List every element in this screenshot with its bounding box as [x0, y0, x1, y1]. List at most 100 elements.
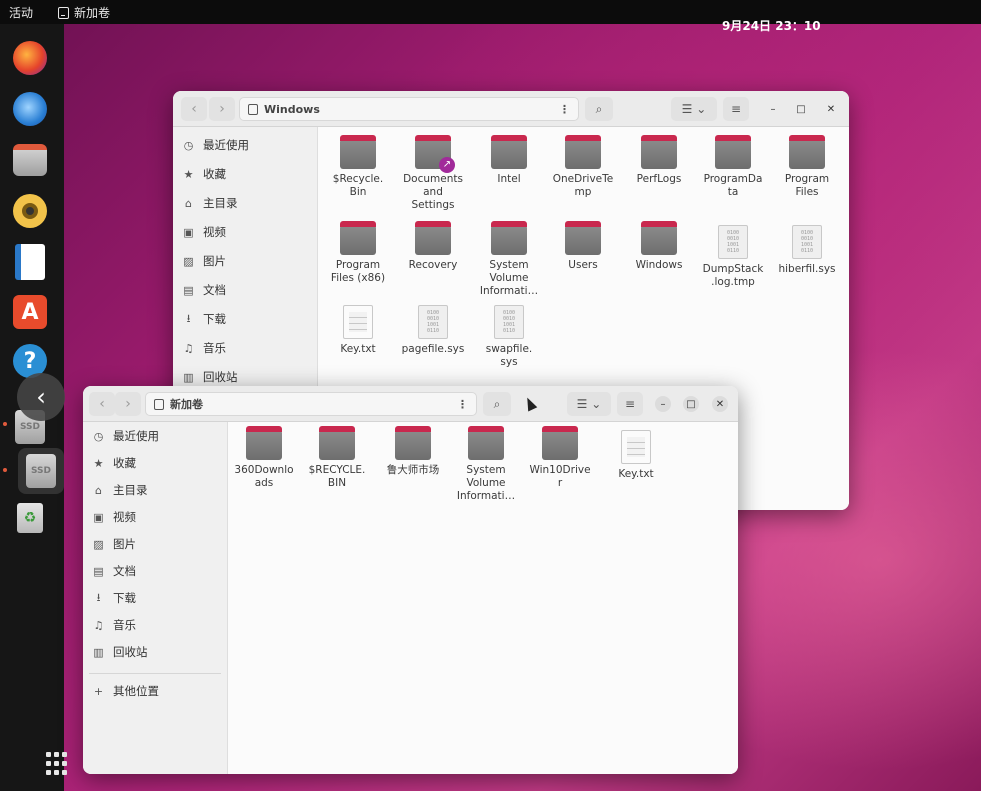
view-toggle-button[interactable]: ☰ ⌄	[567, 392, 611, 416]
forward-button[interactable]: ›	[209, 97, 235, 121]
sidebar-item[interactable]: ♫音乐	[93, 615, 136, 635]
text-file-icon	[343, 305, 373, 339]
sidebar-item[interactable]: ⭳下载	[93, 588, 136, 608]
file-name-label: Windows	[620, 259, 698, 272]
back-button[interactable]: ‹	[181, 97, 207, 121]
file-item[interactable]: 0100 0010 1001 0110swapfile. sys	[470, 305, 548, 369]
folder-icon	[789, 139, 825, 169]
dock-app-center[interactable]: A	[10, 292, 50, 332]
minimize-icon: –	[661, 399, 666, 410]
sidebar-item[interactable]: ▥回收站	[183, 367, 238, 387]
sidebar-item[interactable]: ★收藏	[93, 453, 136, 473]
folder-item[interactable]: System Volume Informati…	[470, 225, 548, 298]
path-bar[interactable]: 新加卷 ⋮	[145, 392, 477, 416]
maximize-button[interactable]: □	[683, 396, 699, 412]
file-item[interactable]: 0100 0010 1001 0110hiberfil.sys	[768, 225, 846, 276]
folder-item[interactable]: $RECYCLE. BIN	[298, 430, 376, 490]
dock-files[interactable]	[10, 140, 50, 180]
dock-writer[interactable]	[10, 242, 50, 282]
running-indicator	[3, 422, 7, 426]
folder-item[interactable]: Recovery	[394, 225, 472, 272]
folder-item[interactable]: 360Downlo ads	[225, 430, 303, 490]
minimize-button[interactable]: –	[765, 101, 781, 117]
dock-rhythmbox[interactable]	[10, 191, 50, 231]
files-window-new-volume[interactable]: ‹ › 新加卷 ⋮ ⌕ ☰ ⌄ ≡ – □ ✕ ◷最近使用 ★收藏 ⌂主目录 ▣视频 ▨…	[83, 386, 738, 774]
sidebar-item[interactable]: ◷最近使用	[183, 135, 249, 155]
activities-button[interactable]: 活动	[9, 4, 33, 21]
sidebar-item[interactable]: ▨图片	[93, 534, 136, 554]
forward-button[interactable]: ›	[115, 392, 141, 416]
star-icon: ★	[183, 168, 194, 181]
back-overlay-button[interactable]: ‹	[17, 373, 65, 421]
sidebar-item-other-locations[interactable]: +其他位置	[93, 681, 159, 701]
view-toggle-button[interactable]: ☰ ⌄	[671, 97, 717, 121]
file-item[interactable]: 0100 0010 1001 0110DumpStack .log.tmp	[694, 225, 772, 289]
image-icon: ▨	[93, 538, 104, 551]
sidebar-item[interactable]: ⭳下载	[183, 309, 226, 329]
binary-file-icon: 0100 0010 1001 0110	[418, 305, 448, 339]
folder-item[interactable]: OneDriveTe mp	[544, 139, 622, 199]
sidebar-item-label: 最近使用	[113, 428, 159, 444]
dock-firefox[interactable]	[10, 38, 50, 78]
folder-item[interactable]: System Volume Informati…	[447, 430, 525, 503]
folder-item[interactable]: 鲁大师市场	[374, 430, 452, 477]
app-menu[interactable]: 新加卷	[58, 4, 110, 21]
folder-item[interactable]: Windows	[620, 225, 698, 272]
file-item[interactable]: Key.txt	[597, 430, 675, 481]
writer-icon	[15, 244, 45, 280]
sidebar-item[interactable]: ♫音乐	[183, 338, 226, 358]
sidebar-item-label: 文档	[203, 282, 226, 298]
menu-button[interactable]: ≡	[723, 97, 749, 121]
folder-item[interactable]: Program Files (x86)	[319, 225, 397, 285]
sidebar-item[interactable]: ▥回收站	[93, 642, 148, 662]
file-name-label: Program Files (x86)	[319, 259, 397, 285]
search-button[interactable]: ⌕	[483, 392, 511, 416]
sidebar-item[interactable]: ▣视频	[93, 507, 136, 527]
drive-icon	[154, 399, 164, 410]
sidebar-item[interactable]: ▣视频	[183, 222, 226, 242]
folder-item[interactable]: Win10Drive r	[521, 430, 599, 490]
menu-button[interactable]: ≡	[617, 392, 643, 416]
sidebar-item[interactable]: ★收藏	[183, 164, 226, 184]
sidebar-item-label: 视频	[113, 509, 136, 525]
file-item[interactable]: 0100 0010 1001 0110pagefile.sys	[394, 305, 472, 356]
thunderbird-icon	[13, 92, 47, 126]
sidebar-item[interactable]: ◷最近使用	[93, 426, 159, 446]
show-applications-button[interactable]	[46, 752, 70, 776]
home-icon: ⌂	[183, 197, 194, 210]
firefox-icon	[13, 41, 47, 75]
back-button[interactable]: ‹	[89, 392, 115, 416]
sidebar: ◷最近使用 ★收藏 ⌂主目录 ▣视频 ▨图片 ▤文档 ⭳下载 ♫音乐 ▥回收站 +其他位置	[83, 422, 228, 774]
sidebar-item[interactable]: ▤文档	[183, 280, 226, 300]
maximize-icon: □	[686, 399, 695, 410]
file-name-label: hiberfil.sys	[768, 263, 846, 276]
folder-icon	[491, 225, 527, 255]
folder-item[interactable]: Users	[544, 225, 622, 272]
folder-item[interactable]: ProgramDa ta	[694, 139, 772, 199]
close-button[interactable]: ✕	[823, 101, 839, 117]
kebab-menu-icon[interactable]: ⋮	[559, 103, 570, 116]
dock-trash[interactable]: ♻	[10, 498, 50, 538]
folder-item[interactable]: $Recycle. Bin	[319, 139, 397, 199]
sidebar-item[interactable]: ▤文档	[93, 561, 136, 581]
music-icon: ♫	[93, 619, 104, 632]
folder-item[interactable]: PerfLogs	[620, 139, 698, 186]
chevron-right-icon: ›	[125, 396, 131, 412]
folder-item[interactable]: ↗Documents and Settings	[394, 139, 472, 212]
dock-ssd-2[interactable]: SSD	[18, 448, 64, 494]
file-item[interactable]: Key.txt	[319, 305, 397, 356]
sidebar-item[interactable]: ▨图片	[183, 251, 226, 271]
path-bar[interactable]: Windows ⋮	[239, 97, 579, 121]
kebab-menu-icon[interactable]: ⋮	[457, 398, 468, 411]
sidebar-item[interactable]: ⌂主目录	[93, 480, 148, 500]
close-button[interactable]: ✕	[712, 396, 728, 412]
search-button[interactable]: ⌕	[585, 97, 613, 121]
dock-thunderbird[interactable]	[10, 89, 50, 129]
clock[interactable]: 9月24日 23：10	[722, 17, 821, 34]
sidebar-item[interactable]: ⌂主目录	[183, 193, 238, 213]
minimize-button[interactable]: –	[655, 396, 671, 412]
folder-item[interactable]: Program Files	[768, 139, 846, 199]
maximize-button[interactable]: □	[793, 101, 809, 117]
folder-item[interactable]: Intel	[470, 139, 548, 186]
trash-icon: ♻	[17, 503, 43, 533]
